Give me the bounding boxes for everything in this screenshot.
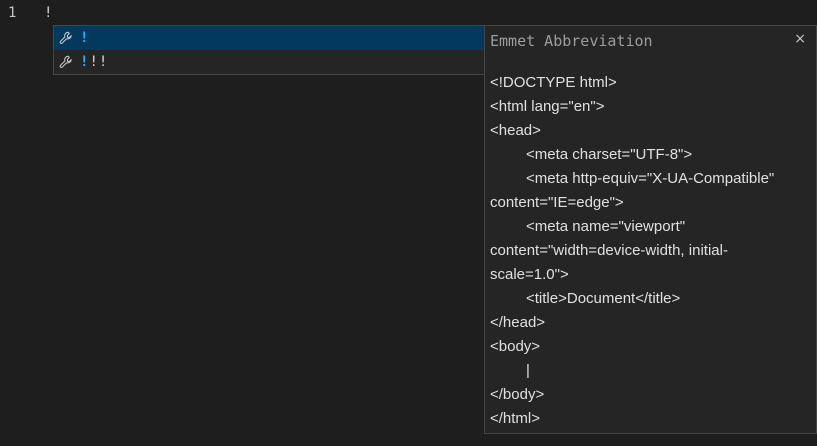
preview-line: <meta charset="UTF-8">: [526, 146, 693, 163]
preview-line: <meta name="viewport": [526, 218, 686, 235]
code-editor[interactable]: 1 ! ! !!! Emmet Abbreviation × <!DOCTYPE…: [0, 0, 817, 446]
details-code-preview: <!DOCTYPE html> <html lang="en"> <head> …: [490, 71, 812, 431]
preview-line: content="width=device-width, initial-: [490, 242, 728, 259]
code-line[interactable]: !: [44, 3, 52, 23]
preview-line: content="IE=edge">: [490, 194, 624, 211]
details-title: Emmet Abbreviation: [490, 32, 653, 50]
suggestion-details-panel: Emmet Abbreviation × <!DOCTYPE html> <ht…: [484, 25, 817, 434]
preview-line: <body>: [490, 338, 541, 355]
line-number: 1: [8, 5, 17, 21]
preview-line: </head>: [490, 314, 546, 331]
wrench-icon: [58, 54, 74, 70]
preview-line: |: [526, 362, 530, 379]
suggestion-label: !: [80, 30, 90, 46]
preview-line: <html lang="en">: [490, 98, 605, 115]
suggestion-item-triple-exclamation[interactable]: !!!: [54, 50, 486, 74]
preview-line: <!DOCTYPE html>: [490, 74, 617, 91]
preview-line: scale=1.0">: [490, 266, 569, 283]
preview-line: <title>Document</title>: [526, 290, 681, 307]
wrench-icon: [58, 30, 74, 46]
close-icon[interactable]: ×: [794, 31, 806, 47]
suggestion-item-exclamation[interactable]: !: [54, 26, 486, 50]
suggestion-label: !!!: [80, 54, 109, 70]
preview-line: </html>: [490, 410, 541, 427]
suggest-widget: ! !!!: [53, 25, 486, 75]
preview-line: <meta http-equiv="X-UA-Compatible": [526, 170, 775, 187]
preview-line: </body>: [490, 386, 545, 403]
preview-line: <head>: [490, 122, 541, 139]
